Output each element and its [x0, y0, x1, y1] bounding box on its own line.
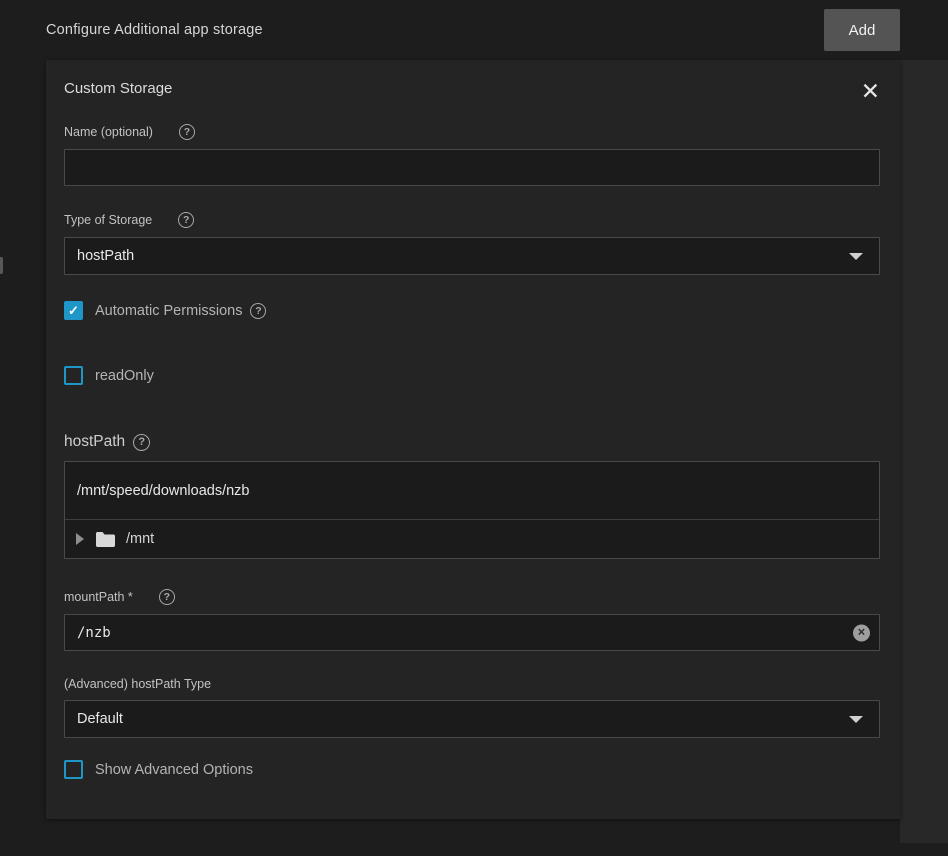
help-icon[interactable]: ? [178, 212, 194, 228]
host-path-section-label: hostPath [64, 433, 125, 451]
close-icon[interactable]: ✕ [861, 80, 880, 102]
help-icon[interactable]: ? [179, 124, 195, 140]
help-icon[interactable]: ? [133, 434, 150, 451]
host-path-type-select[interactable]: Default [64, 700, 880, 738]
read-only-row: readOnly [64, 366, 880, 385]
card-title: Custom Storage [64, 80, 172, 97]
card-header: Custom Storage ✕ [64, 80, 880, 102]
tree-node-label: /mnt [126, 531, 154, 547]
folder-icon [95, 531, 116, 548]
host-path-type-label: (Advanced) hostPath Type [64, 677, 211, 691]
show-advanced-checkbox[interactable] [64, 760, 83, 779]
automatic-permissions-row: ✓ Automatic Permissions ? [64, 301, 880, 320]
read-only-checkbox[interactable] [64, 366, 83, 385]
mount-path-label: mountPath * [64, 590, 133, 604]
host-path-type-label-row: (Advanced) hostPath Type [64, 677, 880, 691]
tree-node-mnt[interactable]: /mnt [65, 519, 879, 558]
storage-type-selected-value: hostPath [77, 248, 134, 264]
storage-type-label-row: Type of Storage ? [64, 212, 880, 228]
check-icon: ✓ [68, 304, 79, 317]
mount-path-label-row: mountPath * ? [64, 589, 880, 605]
host-path-type-selected-value: Default [77, 711, 123, 727]
name-field-label-row: Name (optional) ? [64, 124, 880, 140]
custom-storage-card: Custom Storage ✕ Name (optional) ? Type … [46, 60, 900, 819]
name-input[interactable] [64, 149, 880, 186]
help-icon[interactable]: ? [250, 303, 266, 319]
read-only-label: readOnly [95, 368, 154, 384]
show-advanced-row: Show Advanced Options [64, 760, 880, 779]
automatic-permissions-label: Automatic Permissions [95, 303, 242, 319]
tree-expand-icon[interactable] [76, 533, 84, 545]
storage-type-label: Type of Storage [64, 213, 152, 227]
name-field-label: Name (optional) [64, 125, 153, 139]
clear-input-icon[interactable]: ✕ [853, 624, 870, 641]
chevron-down-icon [849, 253, 863, 260]
page-background-panel [900, 60, 948, 843]
mount-path-input-wrap: ✕ [64, 614, 880, 651]
host-path-section-header: hostPath ? [64, 433, 880, 451]
mount-path-input[interactable] [64, 614, 880, 651]
host-path-input[interactable] [65, 462, 879, 519]
automatic-permissions-checkbox[interactable]: ✓ [64, 301, 83, 320]
edge-artifact [0, 257, 3, 274]
help-icon[interactable]: ? [159, 589, 175, 605]
page-title: Configure Additional app storage [46, 22, 263, 38]
show-advanced-label: Show Advanced Options [95, 762, 253, 778]
add-storage-button[interactable]: Add [824, 9, 900, 51]
section-header-bar: Configure Additional app storage Add [0, 0, 948, 60]
chevron-down-icon [849, 716, 863, 723]
host-path-explorer: /mnt [64, 461, 880, 559]
storage-type-select[interactable]: hostPath [64, 237, 880, 275]
